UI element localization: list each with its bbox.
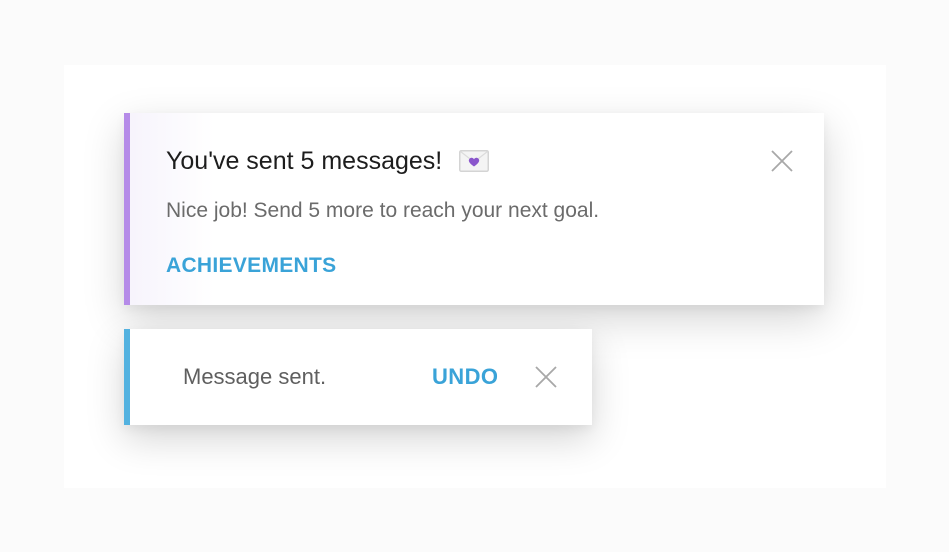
- achievement-accent-bar: [124, 113, 130, 305]
- undo-button[interactable]: UNDO: [432, 364, 498, 390]
- sent-close-button[interactable]: [534, 365, 558, 389]
- achievement-title-row: You've sent 5 messages!: [166, 145, 490, 177]
- sent-accent-bar: [124, 329, 130, 425]
- achievement-message: Nice job! Send 5 more to reach your next…: [166, 199, 600, 222]
- close-icon: [535, 366, 557, 388]
- achievement-toast: You've sent 5 messages! Nice job! Send 5…: [124, 113, 824, 305]
- envelope-heart-icon: [459, 150, 490, 172]
- achievement-close-button[interactable]: [770, 149, 794, 173]
- sent-message: Message sent.: [183, 364, 327, 389]
- close-icon: [771, 150, 793, 172]
- achievement-title: You've sent 5 messages!: [166, 146, 443, 175]
- message-sent-toast: Message sent. UNDO: [124, 329, 592, 425]
- achievements-link[interactable]: ACHIEVEMENTS: [166, 254, 336, 278]
